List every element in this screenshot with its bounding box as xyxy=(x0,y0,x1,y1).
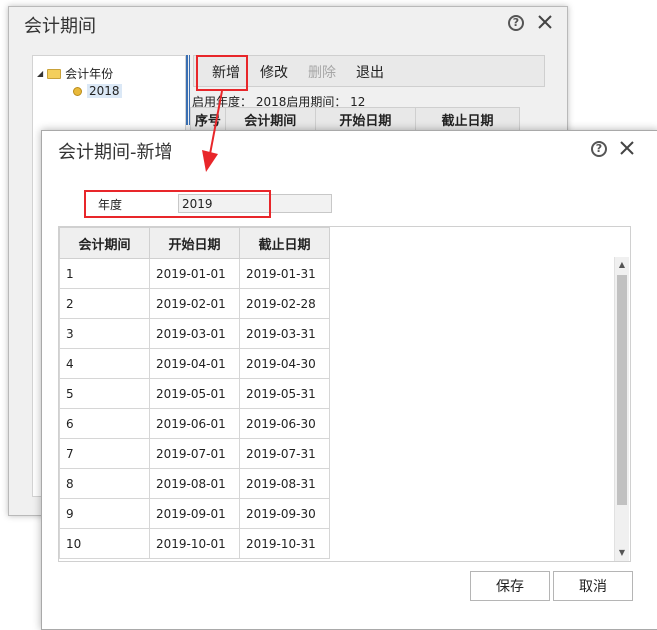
column-header-start: 开始日期 xyxy=(316,108,416,130)
cell-end[interactable]: 2019-09-30 xyxy=(239,498,330,529)
cell-start[interactable]: 2019-10-01 xyxy=(149,528,240,559)
tree-item-2018[interactable]: 2018 xyxy=(73,84,122,98)
help-icon[interactable]: ? xyxy=(507,14,525,32)
save-button[interactable]: 保存 xyxy=(470,571,550,601)
help-icon[interactable]: ? xyxy=(590,140,608,158)
cell-start[interactable]: 2019-08-01 xyxy=(149,468,240,499)
close-icon[interactable] xyxy=(535,12,555,32)
cell-end[interactable]: 2019-02-28 xyxy=(239,288,330,319)
cell-start[interactable]: 2019-02-01 xyxy=(149,288,240,319)
cell-period[interactable]: 2 xyxy=(59,288,150,319)
cell-period[interactable]: 5 xyxy=(59,378,150,409)
table-row[interactable]: 3 2019-03-01 2019-03-31 xyxy=(59,318,330,349)
cell-period[interactable]: 3 xyxy=(59,318,150,349)
scroll-thumb[interactable] xyxy=(617,275,627,505)
cell-start[interactable]: 2019-04-01 xyxy=(149,348,240,379)
cell-period[interactable]: 9 xyxy=(59,498,150,529)
column-header-start[interactable]: 开始日期 xyxy=(149,227,240,259)
cancel-button[interactable]: 取消 xyxy=(553,571,633,601)
cell-period[interactable]: 1 xyxy=(59,258,150,289)
period-table-header: 序号 会计期间 开始日期 截止日期 xyxy=(190,107,520,131)
scroll-up-icon[interactable]: ▲ xyxy=(615,259,629,271)
cell-end[interactable]: 2019-01-31 xyxy=(239,258,330,289)
year-field-highlight xyxy=(84,190,271,218)
table-row[interactable]: 7 2019-07-01 2019-07-31 xyxy=(59,438,330,469)
table-row[interactable]: 2 2019-02-01 2019-02-28 xyxy=(59,288,330,319)
window-title: 会计期间 xyxy=(24,16,96,37)
cell-end[interactable]: 2019-08-31 xyxy=(239,468,330,499)
cell-period[interactable]: 7 xyxy=(59,438,150,469)
cell-start[interactable]: 2019-09-01 xyxy=(149,498,240,529)
cell-period[interactable]: 10 xyxy=(59,528,150,559)
folder-icon xyxy=(47,68,62,79)
delete-button[interactable]: 删除 xyxy=(308,62,336,82)
cell-start[interactable]: 2019-03-01 xyxy=(149,318,240,349)
tree-root-node[interactable]: ◢ 会计年份 xyxy=(37,65,113,82)
table-row[interactable]: 9 2019-09-01 2019-09-30 xyxy=(59,498,330,529)
close-icon[interactable] xyxy=(617,138,637,158)
column-header-end: 截止日期 xyxy=(441,113,494,129)
tree-item-label: 2018 xyxy=(87,84,122,98)
cell-end[interactable]: 2019-04-30 xyxy=(239,348,330,379)
cell-start[interactable]: 2019-01-01 xyxy=(149,258,240,289)
red-arrow-icon xyxy=(202,90,223,172)
column-header-period[interactable]: 会计期间 xyxy=(59,227,150,259)
table-row[interactable]: 8 2019-08-01 2019-08-31 xyxy=(59,468,330,499)
cell-start[interactable]: 2019-06-01 xyxy=(149,408,240,439)
table-row[interactable]: 1 2019-01-01 2019-01-31 xyxy=(59,258,330,289)
tree-root-label: 会计年份 xyxy=(65,67,114,81)
cell-end[interactable]: 2019-03-31 xyxy=(239,318,330,349)
column-header-period: 会计期间 xyxy=(226,108,316,130)
table-row[interactable]: 6 2019-06-01 2019-06-30 xyxy=(59,408,330,439)
table-row[interactable]: 5 2019-05-01 2019-05-31 xyxy=(59,378,330,409)
tree-node-icon xyxy=(73,86,82,96)
cell-start[interactable]: 2019-07-01 xyxy=(149,438,240,469)
column-header-end[interactable]: 截止日期 xyxy=(239,227,330,259)
cell-start[interactable]: 2019-05-01 xyxy=(149,378,240,409)
edit-button[interactable]: 修改 xyxy=(260,62,288,82)
period-grid: 会计期间 开始日期 截止日期 1 2019-01-01 2019-01-31 2 20… xyxy=(58,226,631,562)
table-row[interactable]: 10 2019-10-01 2019-10-31 xyxy=(59,528,330,559)
table-header-row: 会计期间 开始日期 截止日期 xyxy=(59,227,330,259)
cell-end[interactable]: 2019-10-31 xyxy=(239,528,330,559)
cell-end[interactable]: 2019-07-31 xyxy=(239,438,330,469)
cell-end[interactable]: 2019-05-31 xyxy=(239,378,330,409)
dialog-title: 会计期间-新增 xyxy=(58,142,173,163)
cell-period[interactable]: 8 xyxy=(59,468,150,499)
expand-triangle-icon[interactable]: ◢ xyxy=(37,69,43,78)
cell-period[interactable]: 6 xyxy=(59,408,150,439)
scroll-down-icon[interactable]: ▼ xyxy=(615,547,629,559)
cell-period[interactable]: 4 xyxy=(59,348,150,379)
table-row[interactable]: 4 2019-04-01 2019-04-30 xyxy=(59,348,330,379)
add-button-highlight xyxy=(196,55,248,91)
cell-end[interactable]: 2019-06-30 xyxy=(239,408,330,439)
period-table: 会计期间 开始日期 截止日期 1 2019-01-01 2019-01-31 2 20… xyxy=(59,227,330,559)
vertical-scrollbar[interactable]: ▲ ▼ xyxy=(614,257,629,561)
exit-button[interactable]: 退出 xyxy=(356,62,384,82)
